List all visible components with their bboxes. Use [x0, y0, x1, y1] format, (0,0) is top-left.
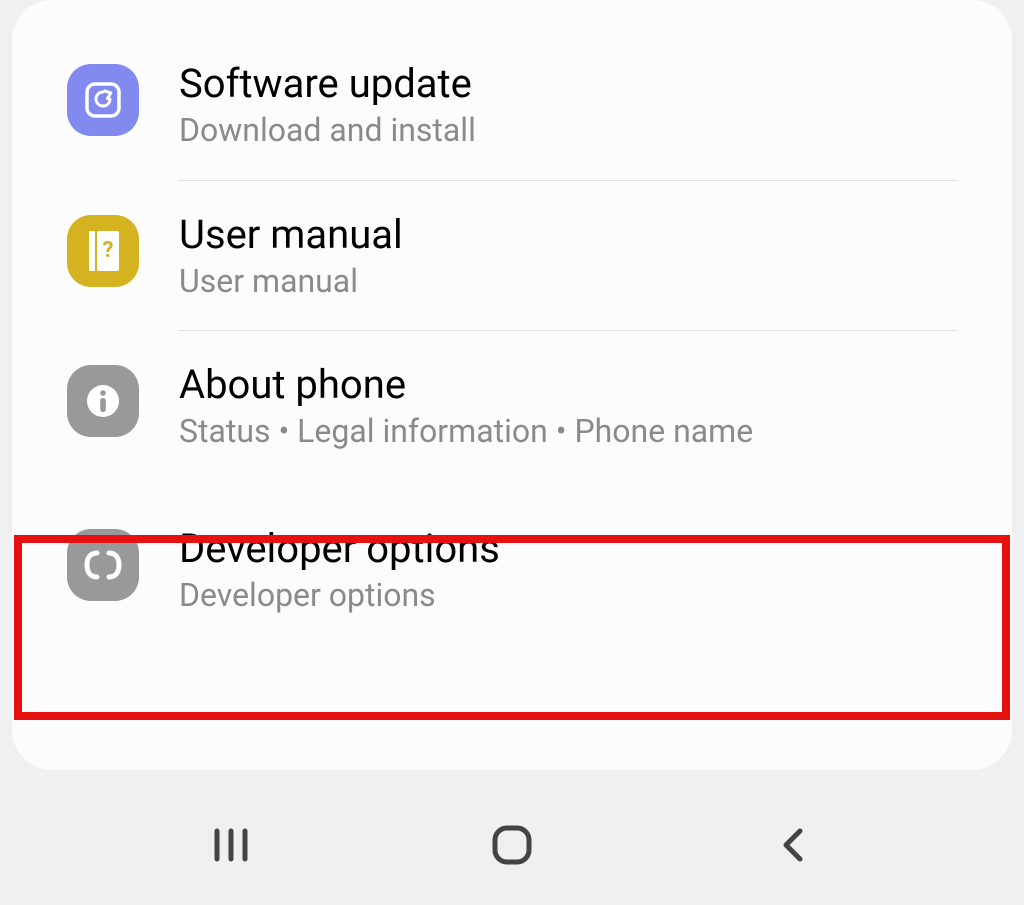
recents-button[interactable]	[181, 815, 281, 875]
settings-item-about-phone[interactable]: About phone Status • Legal information •…	[12, 331, 1012, 481]
back-button[interactable]	[743, 815, 843, 875]
manual-icon: ?	[67, 215, 139, 287]
developer-icon	[67, 529, 139, 601]
svg-text:?: ?	[103, 238, 114, 263]
item-subtitle: Developer options	[179, 575, 957, 617]
home-button[interactable]	[462, 815, 562, 875]
item-subtitle: User manual	[179, 261, 957, 303]
item-subtitle: Status • Legal information • Phone name	[179, 411, 957, 453]
item-title: Developer options	[179, 525, 957, 573]
item-subtitle: Download and install	[179, 110, 957, 152]
navigation-bar	[0, 785, 1024, 905]
item-title: Software update	[179, 60, 957, 108]
item-title: User manual	[179, 211, 957, 259]
settings-item-developer-options[interactable]: Developer options Developer options	[12, 481, 1012, 659]
update-icon	[67, 64, 139, 136]
settings-item-user-manual[interactable]: ? User manual User manual	[12, 181, 1012, 331]
info-icon	[67, 365, 139, 437]
item-title: About phone	[179, 361, 957, 409]
settings-item-software-update[interactable]: Software update Download and install	[12, 30, 1012, 180]
settings-list: Software update Download and install ? U…	[12, 0, 1012, 770]
